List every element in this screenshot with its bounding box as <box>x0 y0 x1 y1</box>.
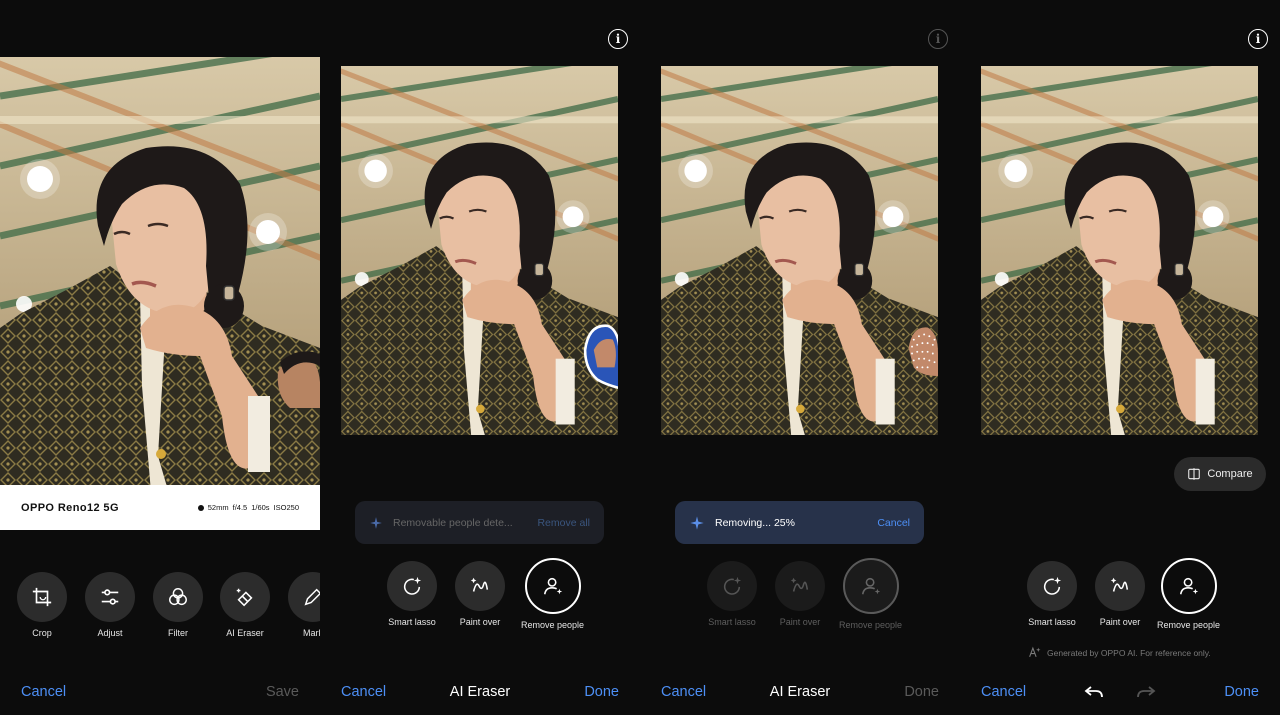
smart-lasso-label: Smart lasso <box>388 617 436 627</box>
paint-over-button[interactable]: Paint over <box>1095 561 1145 627</box>
smart-lasso-circle[interactable] <box>387 561 437 611</box>
smart-lasso-circle[interactable] <box>1027 561 1077 611</box>
filter-label: Filter <box>168 628 188 638</box>
paint-over-button[interactable]: Paint over <box>455 561 505 627</box>
paint-over-icon <box>1110 577 1129 592</box>
done-button[interactable]: Done <box>584 684 619 700</box>
done-button[interactable]: Done <box>904 684 939 700</box>
remove-people-label: Remove people <box>521 620 585 630</box>
mark-tool-button[interactable]: Mark <box>288 572 320 638</box>
photo-preview <box>0 57 320 485</box>
panel-ai-eraser-removing: i Removing... 25% Cancel Smart lasso Pai… <box>640 0 960 715</box>
info-icon[interactable]: i <box>608 29 628 49</box>
remove-people-label: Remove people <box>839 620 903 630</box>
remove-people-circle[interactable] <box>1160 558 1217 614</box>
adjust-tool-circle[interactable] <box>85 572 135 622</box>
remove-people-button[interactable]: Remove people <box>521 558 584 630</box>
done-button[interactable]: Done <box>1224 684 1259 700</box>
paint-over-label: Paint over <box>779 617 821 627</box>
cancel-button[interactable]: Cancel <box>21 684 66 700</box>
smart-lasso-button[interactable]: Smart lasso <box>1027 561 1077 627</box>
camera-watermark: OPPO Reno12 5G 52mm f/4.5 1/60s ISO250 <box>0 485 320 530</box>
remove-people-button: Remove people <box>839 558 902 630</box>
paint-over-circle[interactable] <box>1095 561 1145 611</box>
panel-photo-editor: OPPO Reno12 5G 52mm f/4.5 1/60s ISO250 C… <box>0 0 320 715</box>
remove-people-icon <box>543 577 562 595</box>
remove-people-circle[interactable] <box>524 558 581 614</box>
smart-lasso-button[interactable]: Smart lasso <box>387 561 437 627</box>
smart-lasso-circle <box>707 561 757 611</box>
crop-label: Crop <box>32 628 52 638</box>
undo-icon[interactable] <box>1082 680 1106 704</box>
removable-people-banner: Removable people dete... Remove all <box>355 501 604 544</box>
filter-tool-circle[interactable] <box>153 572 203 622</box>
paint-over-button: Paint over <box>775 561 825 627</box>
crop-tool-circle[interactable] <box>17 572 67 622</box>
remove-people-circle <box>842 558 899 614</box>
cancel-button[interactable]: Cancel <box>981 684 1026 700</box>
compare-icon <box>1188 468 1201 480</box>
photo-preview <box>341 66 618 435</box>
paint-over-circle[interactable] <box>455 561 505 611</box>
panel-ai-eraser-result: i Compare Smart lasso Paint over Remove … <box>960 0 1280 715</box>
mark-label: Mark <box>303 628 320 638</box>
photo-preview <box>661 66 938 435</box>
smart-lasso-icon <box>403 576 422 595</box>
smart-lasso-label: Smart lasso <box>1028 617 1076 627</box>
mark-tool-circle[interactable] <box>288 572 320 622</box>
cancel-removing-button[interactable]: Cancel <box>877 517 910 529</box>
adjust-label: Adjust <box>97 628 123 638</box>
info-icon[interactable]: i <box>928 29 948 49</box>
remove-people-label: Remove people <box>1157 620 1221 630</box>
save-button[interactable]: Save <box>266 684 299 700</box>
removing-progress-banner: Removing... 25% Cancel <box>675 501 924 544</box>
watermark-dot-icon <box>197 504 204 511</box>
ai-eraser-tool-circle[interactable] <box>220 572 270 622</box>
paint-over-icon <box>470 577 489 592</box>
adjust-tool-button[interactable]: Adjust <box>85 572 135 638</box>
info-icon[interactable]: i <box>1248 29 1268 49</box>
photo-preview <box>981 66 1258 435</box>
smart-lasso-icon <box>723 576 742 595</box>
crop-icon <box>32 587 52 607</box>
paint-over-label: Paint over <box>459 617 501 627</box>
crop-tool-button[interactable]: Crop <box>17 572 67 638</box>
spec-shutter: 1/60s <box>251 503 270 512</box>
ai-eraser-label: AI Eraser <box>226 628 264 638</box>
sparkle-icon <box>690 515 704 530</box>
spec-focal: 52mm <box>207 503 229 512</box>
watermark-specs: 52mm f/4.5 1/60s ISO250 <box>197 503 299 512</box>
filter-icon <box>169 588 187 606</box>
pen-icon <box>304 588 320 606</box>
ai-badge-icon <box>1029 646 1041 658</box>
filter-tool-button[interactable]: Filter <box>153 572 203 638</box>
remove-people-icon <box>861 577 880 595</box>
spec-aperture: f/4.5 <box>232 503 248 512</box>
disclaimer-text: Generated by OPPO AI. For reference only… <box>1047 647 1211 658</box>
smart-lasso-button: Smart lasso <box>707 561 757 627</box>
remove-all-button[interactable]: Remove all <box>537 517 590 529</box>
sliders-icon <box>101 589 119 605</box>
spec-iso: ISO250 <box>273 503 299 512</box>
paint-over-icon <box>790 577 809 592</box>
remove-people-icon <box>1179 577 1198 595</box>
paint-over-label: Paint over <box>1099 617 1141 627</box>
smart-lasso-icon <box>1043 576 1062 595</box>
banner-text: Removable people dete... <box>393 516 513 529</box>
progress-text: Removing... 25% <box>715 516 795 529</box>
ai-disclaimer: Generated by OPPO AI. For reference only… <box>1028 646 1211 659</box>
smart-lasso-label: Smart lasso <box>708 617 756 627</box>
sparkle-icon <box>370 516 382 529</box>
ai-eraser-tool-button[interactable]: AI Eraser <box>220 572 270 638</box>
remove-people-button[interactable]: Remove people <box>1157 558 1220 630</box>
compare-label: Compare <box>1207 468 1253 480</box>
compare-button[interactable]: Compare <box>1174 457 1266 491</box>
watermark-model: OPPO Reno12 5G <box>21 501 119 514</box>
eraser-icon <box>236 588 253 607</box>
panel-ai-eraser-detected: i Removable people dete... Remove all Sm… <box>320 0 640 715</box>
paint-over-circle <box>775 561 825 611</box>
redo-icon[interactable] <box>1134 680 1158 704</box>
